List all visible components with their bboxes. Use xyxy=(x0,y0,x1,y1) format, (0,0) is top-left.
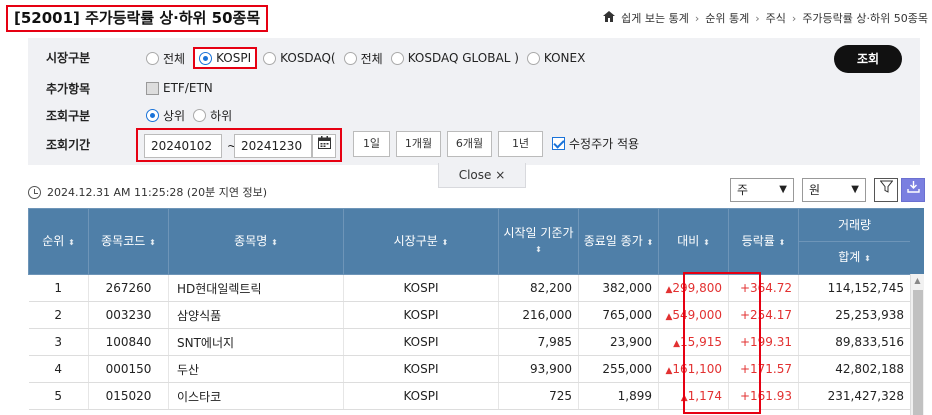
top-bar: [52001] 주가등락률 상·하위 50종목 쉽게 보는 통계 › 순위 통계… xyxy=(0,0,932,38)
kosdaq-all-radio[interactable]: 전체 xyxy=(343,50,383,67)
col-header-code[interactable]: 종목코드 ⬍ xyxy=(88,208,169,275)
home-icon[interactable] xyxy=(603,11,616,25)
period-1m-button[interactable]: 1개월 xyxy=(396,131,441,157)
breadcrumb-item[interactable]: 주식 xyxy=(766,10,786,26)
page-title: [52001] 주가등락률 상·하위 50종목 xyxy=(6,5,269,32)
col-header-volume-total[interactable]: 합계 ⬍ xyxy=(798,241,911,275)
breadcrumb-item[interactable]: 순위 통계 xyxy=(705,10,749,26)
market-konex-radio[interactable]: KONEX xyxy=(526,51,585,65)
unit-select[interactable]: 주 ▼ xyxy=(730,178,794,202)
col-header-name[interactable]: 종목명 ⬍ xyxy=(168,208,344,275)
caret-down-icon: ▼ xyxy=(851,184,859,195)
market-kosdaq-radio[interactable]: KOSDAQ( xyxy=(263,51,336,65)
timestamp: 2024.12.31 AM 11:25:28 (20분 지연 정보) xyxy=(47,186,268,199)
filter-panel: 시장구분 전체 KOSPI KOSDAQ( 전체 KOSDAQ GLOBAL )… xyxy=(28,38,920,165)
period-1d-button[interactable]: 1일 xyxy=(353,131,390,157)
start-date-input[interactable]: 20240102 xyxy=(144,134,222,158)
chevron-right-icon: › xyxy=(694,11,700,25)
clock-icon xyxy=(28,185,41,199)
col-header-change[interactable]: 대비 ⬍ xyxy=(658,208,729,275)
col-header-start-price[interactable]: 시작일 기준가 ⬍ xyxy=(498,208,579,275)
col-header-end-price[interactable]: 종료일 종가 ⬍ xyxy=(578,208,659,275)
extra-options: ETF/ETN xyxy=(146,75,221,101)
breadcrumb-item: 주가등락률 상·하위 50종목 xyxy=(802,12,928,25)
up-triangle-icon: ▲ xyxy=(673,339,680,349)
scroll-up-icon[interactable]: ▲ xyxy=(911,274,924,288)
market-label: 시장구분 xyxy=(46,51,91,65)
col-header-rate[interactable]: 등락률 ⬍ xyxy=(728,208,799,275)
period-1y-button[interactable]: 1년 xyxy=(498,131,543,157)
extra-label: 추가항목 xyxy=(46,82,91,96)
calendar-icon[interactable] xyxy=(312,134,336,158)
query-bottom-radio[interactable]: 하위 xyxy=(193,107,232,124)
end-date-input[interactable]: 20241230 xyxy=(234,134,312,158)
chevron-right-icon: › xyxy=(791,11,797,25)
col-header-rank[interactable]: 순위 ⬍ xyxy=(28,208,89,275)
query-options: 상위 하위 xyxy=(146,102,240,128)
col-header-market[interactable]: 시장구분 ⬍ xyxy=(343,208,499,275)
query-top-radio[interactable]: 상위 xyxy=(146,107,185,124)
info-bar: 2024.12.31 AM 11:25:28 (20분 지연 정보) xyxy=(28,184,267,200)
chevron-right-icon: › xyxy=(755,11,760,25)
date-range: 20240102 ~ 20241230 xyxy=(136,128,342,162)
ranking-table: 순위 ⬍ 종목코드 ⬍ 종목명 ⬍ 시장구분 ⬍ 시작일 기준가 ⬍ 종료일 종… xyxy=(28,208,911,410)
adjusted-price-checkbox[interactable]: 수정주가 적용 xyxy=(552,135,639,152)
period-6m-button[interactable]: 6개월 xyxy=(447,131,492,157)
breadcrumb: 쉽게 보는 통계 › 순위 통계 › 주식 › 주가등락률 상·하위 50종목 xyxy=(603,10,928,26)
market-options: 전체 KOSPI KOSDAQ( 전체 KOSDAQ GLOBAL ) KONE… xyxy=(146,44,593,72)
table-row[interactable]: 5 015020 이스타코 KOSPI 725 1,899 ▲1,174 +16… xyxy=(28,382,911,410)
table-row[interactable]: 3 100840 SNT에너지 KOSPI 7,985 23,900 ▲15,9… xyxy=(28,328,911,356)
period-label: 조회기간 xyxy=(46,138,91,152)
table-scrollbar[interactable]: ▲ xyxy=(910,274,924,415)
search-button[interactable]: 조회 xyxy=(834,45,902,73)
rate-highlight-box xyxy=(683,272,761,414)
table-row[interactable]: 2 003230 삼양식품 KOSPI 216,000 765,000 ▲549… xyxy=(28,301,911,329)
breadcrumb-item[interactable]: 쉽게 보는 통계 xyxy=(621,10,689,26)
download-icon[interactable] xyxy=(901,178,925,202)
market-all-radio[interactable]: 전체 xyxy=(146,50,185,67)
filter-icon[interactable] xyxy=(874,178,898,202)
etf-etn-checkbox[interactable]: ETF/ETN xyxy=(146,81,213,95)
currency-select[interactable]: 원 ▼ xyxy=(802,178,866,202)
scrollbar-thumb[interactable] xyxy=(913,290,923,415)
kosdaq-global-radio[interactable]: KOSDAQ GLOBAL ) xyxy=(390,51,519,65)
table-row[interactable]: 1 267260 HD현대일렉트릭 KOSPI 82,200 382,000 ▲… xyxy=(28,274,911,302)
query-label: 조회구분 xyxy=(46,109,91,123)
close-filter-button[interactable]: Close × xyxy=(438,163,526,188)
table-header-scroll-gap xyxy=(910,208,924,274)
col-header-volume: 거래량 xyxy=(798,208,911,242)
market-kospi-radio[interactable]: KOSPI xyxy=(193,47,258,69)
caret-down-icon: ▼ xyxy=(779,184,787,195)
table-row[interactable]: 4 000150 두산 KOSPI 93,900 255,000 ▲161,10… xyxy=(28,355,911,383)
